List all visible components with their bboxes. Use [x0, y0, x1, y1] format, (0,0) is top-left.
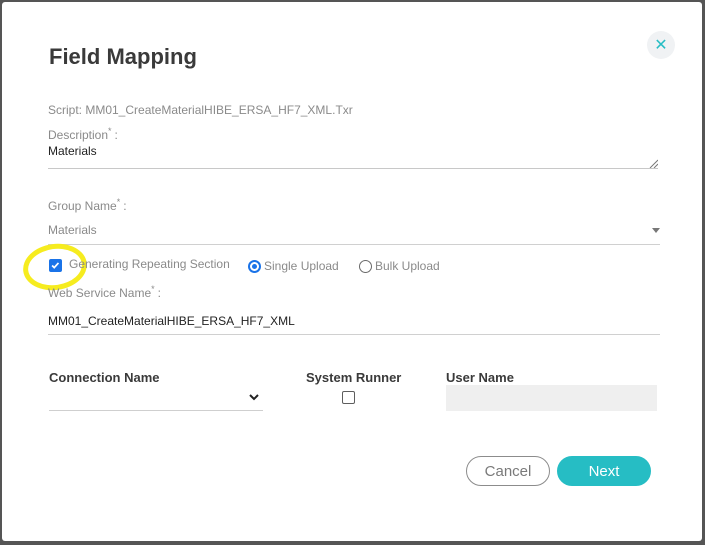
- web-service-input[interactable]: MM01_CreateMaterialHIBE_ERSA_HF7_XML: [48, 312, 660, 335]
- single-upload-radio[interactable]: [248, 260, 261, 273]
- required-mark: *: [151, 284, 155, 294]
- user-name-header: User Name: [446, 370, 514, 385]
- web-service-label: Web Service Name*:: [48, 284, 161, 300]
- label-colon: :: [157, 286, 162, 300]
- bulk-upload-radio[interactable]: [359, 260, 372, 273]
- single-upload-label: Single Upload: [264, 259, 339, 273]
- group-name-value: Materials: [48, 223, 97, 237]
- connection-name-header: Connection Name: [49, 370, 160, 385]
- repeating-section-label: Generating Repeating Section: [69, 257, 230, 271]
- script-name: Script: MM01_CreateMaterialHIBE_ERSA_HF7…: [48, 103, 353, 117]
- web-service-value: MM01_CreateMaterialHIBE_ERSA_HF7_XML: [48, 314, 295, 328]
- web-service-label-text: Web Service Name: [48, 286, 152, 300]
- group-name-select[interactable]: Materials: [48, 222, 660, 245]
- system-runner-checkbox[interactable]: [342, 391, 355, 404]
- label-colon: :: [123, 199, 127, 213]
- check-icon: [51, 262, 60, 269]
- resize-grip-icon[interactable]: [648, 158, 658, 168]
- system-runner-header: System Runner: [306, 370, 402, 385]
- chevron-down-icon: [249, 394, 259, 401]
- description-label: Description*:: [48, 126, 118, 142]
- user-name-input[interactable]: [446, 385, 657, 411]
- field-mapping-dialog: Field Mapping ✕ Script: MM01_CreateMater…: [2, 2, 702, 541]
- repeating-section-checkbox[interactable]: [49, 259, 62, 272]
- cancel-button[interactable]: Cancel: [466, 456, 550, 486]
- close-icon: ✕: [654, 37, 668, 54]
- group-name-label-text: Group Name: [48, 199, 117, 213]
- dialog-title: Field Mapping: [49, 44, 197, 69]
- group-name-label: Group Name*:: [48, 197, 127, 213]
- required-mark: *: [108, 126, 112, 136]
- next-button[interactable]: Next: [557, 456, 651, 486]
- required-mark: *: [116, 197, 121, 207]
- description-textarea[interactable]: [48, 144, 658, 169]
- connection-name-select[interactable]: [49, 388, 263, 411]
- bulk-upload-label: Bulk Upload: [375, 259, 440, 273]
- label-colon: :: [114, 128, 118, 142]
- caret-down-icon: [652, 228, 660, 233]
- close-button[interactable]: ✕: [647, 31, 675, 59]
- description-label-text: Description: [48, 128, 109, 142]
